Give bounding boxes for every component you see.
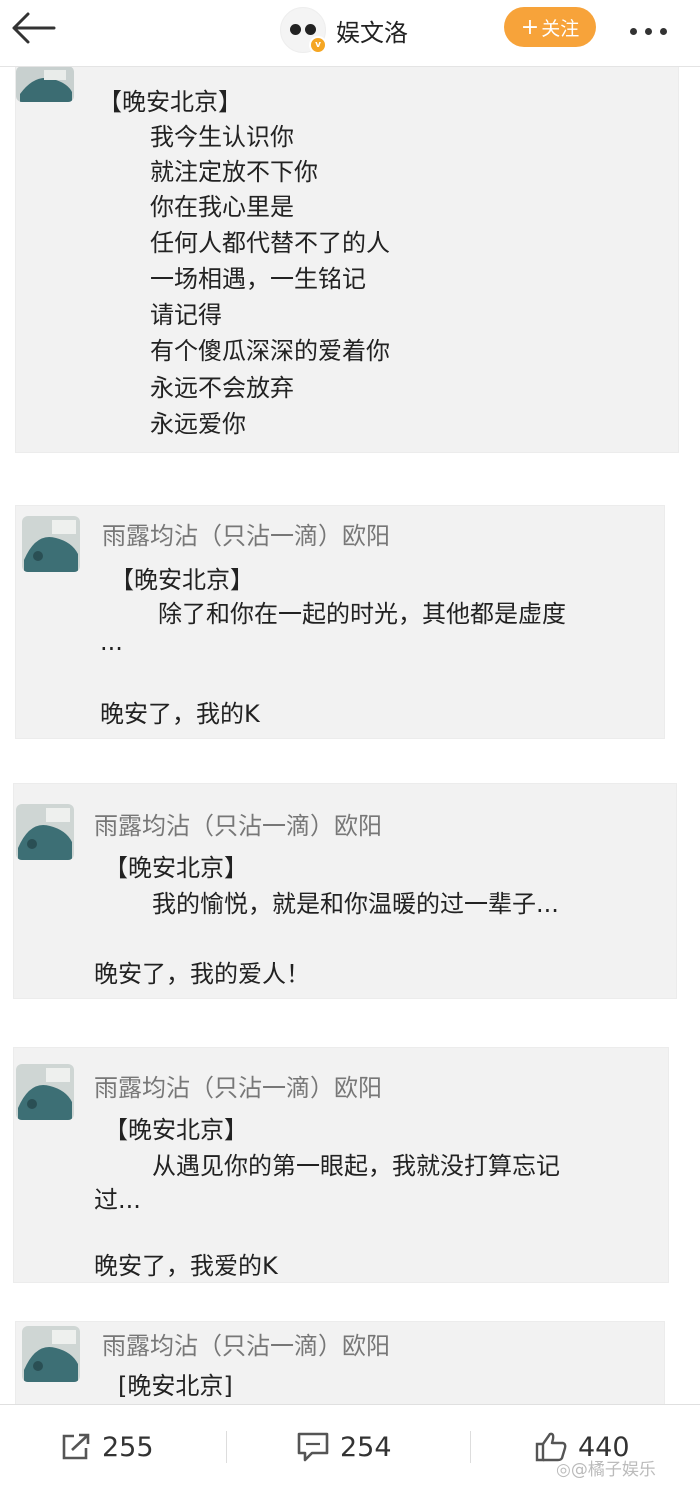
- post-line: [晚安北京]: [118, 1372, 233, 1400]
- post-line: 【晚安北京】: [104, 1116, 248, 1144]
- avatar[interactable]: [16, 1064, 74, 1120]
- repost-button[interactable]: 255: [60, 1425, 154, 1469]
- post-line: 【晚安北京】: [104, 854, 248, 882]
- post-line: 永远爱你: [150, 410, 246, 438]
- post-line: 就注定放不下你: [150, 158, 318, 186]
- comment-author[interactable]: 雨露均沾（只沾一滴）欧阳: [102, 1326, 390, 1361]
- post-line: 【晚安北京】: [110, 566, 254, 594]
- post-line: 永远不会放弃: [150, 374, 294, 402]
- comment-author[interactable]: 雨露均沾（只沾一滴）欧阳: [94, 806, 382, 841]
- comment-card: 雨露均沾（只沾一滴）欧阳 【晚安北京】 我的愉悦，就是和你温暖的过一辈子... …: [14, 784, 676, 998]
- comment-author[interactable]: 雨露均沾（只沾一滴）欧阳: [102, 516, 390, 551]
- action-bar: 255 254 440 ◎@橘子娱乐: [0, 1404, 700, 1489]
- avatar[interactable]: [22, 1326, 80, 1382]
- watermark: ◎@橘子娱乐: [556, 1460, 656, 1480]
- repost-count: 255: [102, 1431, 154, 1463]
- comment-count: 254: [340, 1431, 392, 1463]
- follow-button[interactable]: + 关注: [504, 7, 596, 47]
- post-line: 我的愉悦，就是和你温暖的过一辈子...: [152, 890, 559, 918]
- back-button[interactable]: [8, 8, 58, 48]
- post-line: 有个傻瓜深深的爱着你: [150, 337, 390, 365]
- avatar[interactable]: [16, 804, 74, 860]
- post-line: 晚安了，我的爱人！: [94, 960, 310, 988]
- post-line: 晚安了，我爱的K: [94, 1252, 278, 1280]
- verified-badge-icon: v: [309, 36, 327, 54]
- comment-card: 雨露均沾（只沾一滴）欧阳 【晚安北京】 除了和你在一起的时光，其他都是虚度 ..…: [16, 506, 664, 738]
- comment-button[interactable]: 254: [296, 1425, 392, 1469]
- avatar[interactable]: [16, 66, 74, 102]
- follow-label: 关注: [541, 17, 580, 40]
- weibo-logo-icon: ◎: [556, 1460, 571, 1480]
- post-line: 我今生认识你: [150, 123, 294, 151]
- comment-author[interactable]: 雨露均沾（只沾一滴）欧阳: [94, 1068, 382, 1103]
- post-line: 你在我心里是: [150, 193, 294, 221]
- more-options-button[interactable]: [630, 20, 680, 35]
- comment-card: 【晚安北京】 我今生认识你 就注定放不下你 你在我心里是 任何人都代替不了的人 …: [16, 66, 678, 452]
- post-line: 任何人都代替不了的人: [150, 229, 390, 257]
- post-line: 过...: [94, 1186, 141, 1214]
- account-header[interactable]: v 娱文洛: [280, 7, 408, 54]
- top-bar: v 娱文洛 + 关注: [0, 0, 700, 67]
- post-line: 一场相遇，一生铭记: [150, 265, 366, 293]
- more-dots-icon: [630, 28, 637, 35]
- post-line: 晚安了，我的K: [100, 700, 260, 728]
- back-arrow-icon: [12, 12, 56, 44]
- comment-icon: [297, 1432, 329, 1462]
- account-avatar[interactable]: v: [280, 7, 327, 54]
- comment-card: 雨露均沾（只沾一滴）欧阳 【晚安北京】 从遇见你的第一眼起，我就没打算忘记 过.…: [14, 1048, 668, 1282]
- avatar[interactable]: [22, 516, 80, 572]
- post-line: 【晚安北京】: [98, 88, 242, 116]
- divider: [226, 1431, 227, 1463]
- plus-icon: +: [520, 14, 540, 40]
- post-line: 从遇见你的第一眼起，我就没打算忘记: [152, 1152, 560, 1180]
- post-line: ...: [100, 628, 123, 656]
- divider: [470, 1431, 471, 1463]
- post-line: 请记得: [150, 301, 222, 329]
- account-name: 娱文洛: [336, 18, 408, 47]
- post-line: 除了和你在一起的时光，其他都是虚度: [158, 600, 566, 628]
- repost-icon: [62, 1433, 90, 1460]
